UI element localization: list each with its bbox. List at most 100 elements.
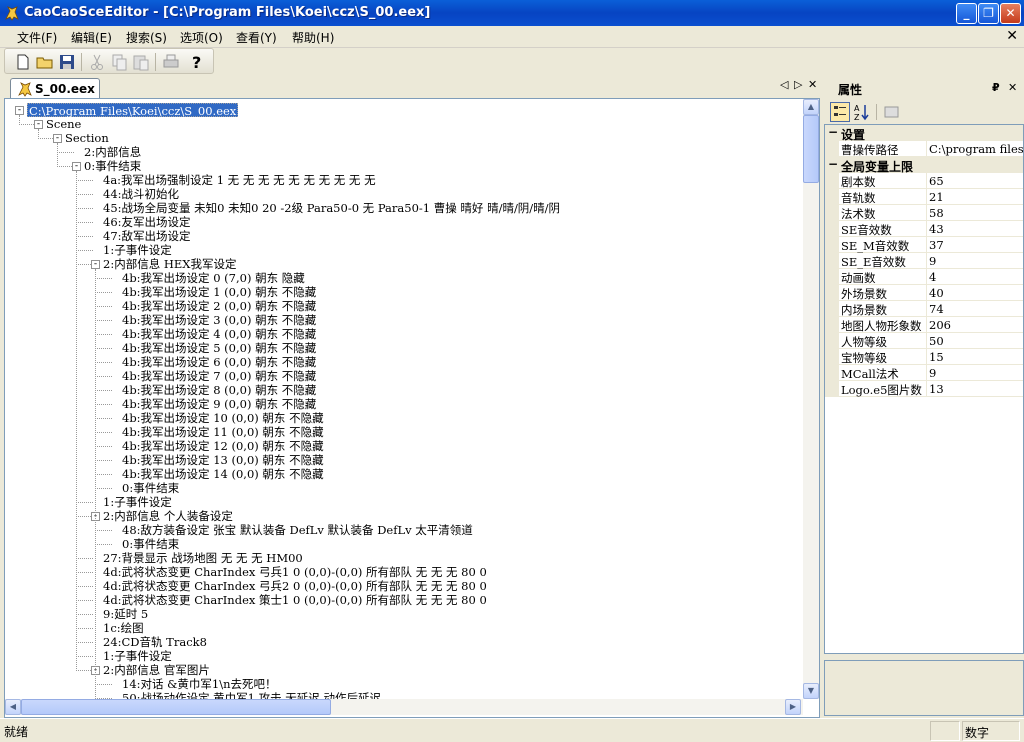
menu-help[interactable]: 帮助(H) — [292, 29, 334, 46]
property-row[interactable]: 曹操传路径 C:\program files\koei\ccz — [825, 141, 1023, 157]
property-divider[interactable] — [926, 189, 927, 205]
property-divider[interactable] — [926, 365, 927, 381]
tree-node[interactable]: 4d:武将状态变更 CharIndex 策士1 0 (0,0)-(0,0) 所有… — [103, 593, 487, 607]
tree-node[interactable]: 2:内部信息 — [84, 145, 141, 159]
tree-node[interactable]: 4a:我军出场强制设定 1 无 无 无 无 无 无 无 无 无 无 — [103, 173, 376, 187]
tree-node[interactable]: 45:战场全局变量 未知0 未知0 20 -2级 Para50-0 无 Para… — [103, 201, 560, 215]
property-pages-icon[interactable] — [882, 102, 902, 122]
tree-node[interactable]: 1c:绘图 — [103, 621, 144, 635]
property-row[interactable]: SE_E音效数 9 — [825, 253, 1023, 269]
tree-node[interactable]: 24:CD音轨 Track8 — [103, 635, 207, 649]
tab-scroll-left-icon[interactable]: ◁ — [780, 78, 788, 91]
help-icon[interactable]: ? — [187, 52, 207, 72]
tree-node[interactable]: 0:事件结束 — [122, 481, 179, 495]
menu-options[interactable]: 选项(O) — [180, 29, 223, 46]
vertical-scrollbar[interactable]: ▲ ▼ — [803, 99, 819, 699]
close-button[interactable]: ✕ — [1000, 3, 1021, 24]
minimize-button[interactable]: _ — [956, 3, 977, 24]
tree-node[interactable]: 1:子事件设定 — [103, 243, 172, 257]
property-row[interactable]: 音轨数 21 — [825, 189, 1023, 205]
tree-collapse-toggle-icon[interactable]: - — [91, 260, 100, 269]
property-value[interactable]: 9 — [929, 254, 936, 268]
save-icon[interactable] — [57, 52, 77, 72]
document-tab[interactable]: S_00.eex — [10, 78, 100, 98]
property-category[interactable]: − 全局变量上限 — [825, 157, 1023, 174]
property-divider[interactable] — [926, 301, 927, 317]
property-value[interactable]: 206 — [929, 318, 951, 332]
horizontal-scroll-thumb[interactable] — [21, 699, 331, 715]
property-value[interactable]: 4 — [929, 270, 936, 284]
property-row[interactable]: Logo.e5图片数 13 — [825, 381, 1023, 397]
property-divider[interactable] — [926, 253, 927, 269]
property-row[interactable]: 外场景数 40 — [825, 285, 1023, 301]
property-divider[interactable] — [926, 205, 927, 221]
scroll-down-icon[interactable]: ▼ — [803, 683, 819, 699]
tree-node[interactable]: 4b:我军出场设定 13 (0,0) 朝东 不隐藏 — [122, 453, 324, 467]
restore-button[interactable]: ❐ — [978, 3, 999, 24]
property-row[interactable]: MCall法术 9 — [825, 365, 1023, 381]
property-row[interactable]: 法术数 58 — [825, 205, 1023, 221]
tree-node[interactable]: 2:内部信息 HEX我军设定 — [103, 257, 236, 271]
property-value[interactable]: 65 — [929, 174, 944, 188]
print-icon[interactable] — [161, 52, 181, 72]
vertical-scroll-thumb[interactable] — [803, 115, 819, 183]
horizontal-scrollbar[interactable]: ◀ ▶ — [5, 699, 803, 715]
property-divider[interactable] — [926, 333, 927, 349]
tree-node[interactable]: 0:事件结束 — [84, 159, 141, 173]
open-folder-icon[interactable] — [35, 52, 55, 72]
property-divider[interactable] — [926, 349, 927, 365]
menu-file[interactable]: 文件(F) — [17, 29, 57, 46]
property-value[interactable]: 74 — [929, 302, 944, 316]
category-collapse-icon[interactable]: − — [828, 125, 838, 139]
property-divider[interactable] — [926, 269, 927, 285]
tree-node[interactable]: Scene — [46, 117, 81, 131]
property-value[interactable]: C:\program files\koei\ccz — [929, 142, 1023, 156]
tree-node[interactable]: 47:敌军出场设定 — [103, 229, 191, 243]
tree-node[interactable]: 2:内部信息 个人装备设定 — [103, 509, 233, 523]
property-row[interactable]: SE_M音效数 37 — [825, 237, 1023, 253]
copy-icon[interactable] — [109, 52, 129, 72]
property-value[interactable]: 43 — [929, 222, 944, 236]
property-row[interactable]: 宝物等级 15 — [825, 349, 1023, 365]
tree-node[interactable]: 46:友军出场设定 — [103, 215, 191, 229]
tree-node[interactable]: Section — [65, 131, 109, 145]
property-divider[interactable] — [926, 381, 927, 397]
mdi-close-button[interactable]: ✕ — [1006, 28, 1018, 44]
cut-icon[interactable] — [87, 52, 107, 72]
property-row[interactable]: 人物等级 50 — [825, 333, 1023, 349]
scroll-up-icon[interactable]: ▲ — [803, 99, 819, 115]
paste-icon[interactable] — [131, 52, 151, 72]
tree-node[interactable]: 2:内部信息 官军图片 — [103, 663, 210, 677]
tree-node[interactable]: 4b:我军出场设定 5 (0,0) 朝东 不隐藏 — [122, 341, 316, 355]
scroll-left-icon[interactable]: ◀ — [5, 699, 21, 715]
property-value[interactable]: 9 — [929, 366, 936, 380]
scroll-right-icon[interactable]: ▶ — [785, 699, 801, 715]
property-row[interactable]: 剧本数 65 — [825, 173, 1023, 189]
tree-node[interactable]: 4b:我军出场设定 11 (0,0) 朝东 不隐藏 — [122, 425, 324, 439]
tree-node[interactable]: 4b:我军出场设定 7 (0,0) 朝东 不隐藏 — [122, 369, 316, 383]
tree-node[interactable]: 4b:我军出场设定 14 (0,0) 朝东 不隐藏 — [122, 467, 324, 481]
property-value[interactable]: 50 — [929, 334, 944, 348]
property-row[interactable]: 地图人物形象数 206 — [825, 317, 1023, 333]
tree-node[interactable]: 14:对话 &黄巾军1\n去死吧！ — [122, 677, 277, 691]
tree-node[interactable]: 4b:我军出场设定 6 (0,0) 朝东 不隐藏 — [122, 355, 316, 369]
tree-node[interactable]: 4d:武将状态变更 CharIndex 弓兵1 0 (0,0)-(0,0) 所有… — [103, 565, 487, 579]
property-value[interactable]: 21 — [929, 190, 944, 204]
category-collapse-icon[interactable]: − — [828, 157, 838, 171]
property-divider[interactable] — [926, 237, 927, 253]
tree-collapse-toggle-icon[interactable]: - — [34, 120, 43, 129]
close-document-icon[interactable]: ✕ — [808, 78, 817, 91]
property-row[interactable]: 动画数 4 — [825, 269, 1023, 285]
tree-node[interactable]: 4b:我军出场设定 9 (0,0) 朝东 不隐藏 — [122, 397, 316, 411]
tree-collapse-toggle-icon[interactable]: - — [15, 106, 24, 115]
property-divider[interactable] — [926, 317, 927, 333]
tree-node[interactable]: 4b:我军出场设定 2 (0,0) 朝东 不隐藏 — [122, 299, 316, 313]
tree-node[interactable]: 4b:我军出场设定 0 (7,0) 朝东 隐藏 — [122, 271, 305, 285]
property-divider[interactable] — [926, 173, 927, 189]
menu-edit[interactable]: 编辑(E) — [71, 29, 112, 46]
menu-search[interactable]: 搜索(S) — [126, 29, 167, 46]
property-row[interactable]: 内场景数 74 — [825, 301, 1023, 317]
tree-node[interactable]: 27:背景显示 战场地图 无 无 无 HM00 — [103, 551, 303, 565]
tree-node[interactable]: 4b:我军出场设定 8 (0,0) 朝东 不隐藏 — [122, 383, 316, 397]
tree-node[interactable]: 4b:我军出场设定 4 (0,0) 朝东 不隐藏 — [122, 327, 316, 341]
